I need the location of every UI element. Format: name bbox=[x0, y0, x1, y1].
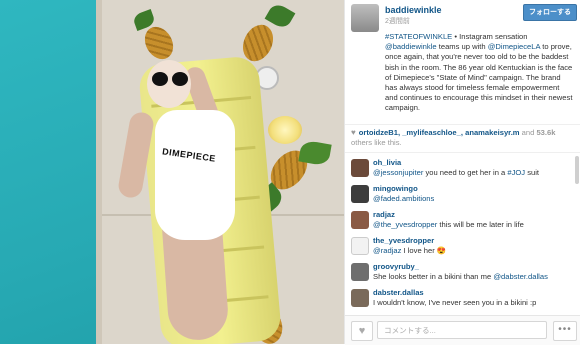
more-options-button[interactable]: ••• bbox=[553, 321, 577, 341]
commenter-username[interactable]: dabster.dallas bbox=[373, 288, 424, 297]
pineapple-top-right bbox=[236, 1, 296, 67]
comment-item: radjaz @the_yvesdropper this will be me … bbox=[345, 208, 580, 231]
comment-text-part: you need to get her in a bbox=[423, 168, 508, 177]
commenter-avatar[interactable] bbox=[351, 289, 369, 307]
commenter-username[interactable]: groovyruby_ bbox=[373, 262, 419, 271]
post-caption: #STATEOFWINKLE • Instagram sensation @ba… bbox=[385, 32, 573, 114]
caption-mention-2[interactable]: @DimepieceLA bbox=[488, 42, 540, 51]
caption-mention-1[interactable]: @baddiewinkle bbox=[385, 42, 437, 51]
commenter-avatar[interactable] bbox=[351, 237, 369, 255]
likes-summary: ♥ ortoidzeB1, _mylifeaschloe_, anamakeisy… bbox=[351, 128, 575, 148]
caption-text-2: teams up with bbox=[436, 42, 488, 52]
comment-item: mingowingo @faded.ambitions bbox=[345, 182, 580, 205]
pineapple-top-left bbox=[128, 8, 179, 65]
comment-mention[interactable]: @the_yvesdropper bbox=[373, 220, 437, 229]
comment-item: oh_livia @jessonjupiter you need to get … bbox=[345, 156, 580, 179]
comment-item: dabster.dallas I wouldn't know, I've nev… bbox=[345, 286, 580, 309]
comment-text-part: I love her 😍 bbox=[401, 246, 447, 255]
comment-text-part: She looks better in a bikini than me bbox=[373, 272, 494, 281]
commenter-avatar[interactable] bbox=[351, 263, 369, 281]
comment-text: @radjaz I love her 😍 bbox=[373, 246, 446, 255]
commenter-avatar[interactable] bbox=[351, 185, 369, 203]
comment-input[interactable]: コメントする... bbox=[377, 321, 547, 339]
comment-item: the_yvesdropper @radjaz I love her 😍 bbox=[345, 234, 580, 257]
comment-mention[interactable]: @dabster.dallas bbox=[493, 272, 548, 281]
comment-mention[interactable]: @radjaz bbox=[373, 246, 401, 255]
likes-and: and bbox=[519, 128, 537, 137]
comment-text: She looks better in a bikini than me @da… bbox=[373, 272, 548, 281]
author-avatar[interactable] bbox=[351, 4, 379, 32]
comment-mention[interactable]: @jessonjupiter bbox=[373, 168, 423, 177]
comment-text: I wouldn't know, I've never seen you in … bbox=[373, 298, 537, 307]
sunglasses bbox=[150, 72, 190, 86]
comments-list: oh_livia @jessonjupiter you need to get … bbox=[345, 156, 580, 314]
pineapple-slice bbox=[268, 116, 302, 144]
comment-text-end: suit bbox=[525, 168, 540, 177]
comment-mention[interactable]: @faded.ambitions bbox=[373, 194, 434, 203]
instagram-post-view: DIMEPIECE baddiewinkle 2週間前 フォローする #STAT… bbox=[0, 0, 580, 345]
commenter-username[interactable]: oh_livia bbox=[373, 158, 401, 167]
heart-icon[interactable]: ♥ bbox=[351, 321, 373, 341]
comment-hashtag[interactable]: #JOJ bbox=[507, 168, 525, 177]
commenter-username[interactable]: radjaz bbox=[373, 210, 395, 219]
commenter-username[interactable]: the_yvesdropper bbox=[373, 236, 434, 245]
commenter-avatar[interactable] bbox=[351, 211, 369, 229]
comment-item: groovyruby_ She looks better in a bikini… bbox=[345, 260, 580, 283]
post-details-panel: baddiewinkle 2週間前 フォローする #STATEOFWINKLE … bbox=[344, 0, 580, 345]
caption-text-3: to prove, once again, that you're never … bbox=[385, 42, 573, 113]
post-photo[interactable]: DIMEPIECE bbox=[0, 0, 344, 344]
follow-button[interactable]: フォローする bbox=[523, 4, 577, 21]
post-timestamp[interactable]: 2週間前 bbox=[385, 16, 410, 26]
divider-top bbox=[345, 124, 580, 125]
comments-scrollbar[interactable] bbox=[575, 156, 579, 184]
commenter-username[interactable]: mingowingo bbox=[373, 184, 418, 193]
caption-text-1: • Instagram sensation bbox=[452, 32, 528, 41]
caption-hashtag[interactable]: #STATEOFWINKLE bbox=[385, 32, 452, 41]
comment-text: @faded.ambitions bbox=[373, 194, 434, 203]
commenter-avatar[interactable] bbox=[351, 159, 369, 177]
woman-swimsuit bbox=[155, 110, 235, 240]
divider-middle bbox=[345, 152, 580, 153]
author-username[interactable]: baddiewinkle bbox=[385, 5, 442, 15]
comment-text-part: this will be me later in life bbox=[437, 220, 524, 229]
heart-icon: ♥ bbox=[351, 128, 356, 137]
likes-suffix: others like this. bbox=[351, 138, 402, 147]
comment-text: @the_yvesdropper this will be me later i… bbox=[373, 220, 524, 229]
comment-text: @jessonjupiter you need to get her in a … bbox=[373, 168, 539, 177]
likes-count[interactable]: 53.6k bbox=[536, 128, 555, 137]
likes-users[interactable]: ortoidzeB1, _mylifeaschloe_, anamakeisyr… bbox=[359, 128, 520, 137]
comment-footer: ♥ コメントする... ••• bbox=[345, 315, 580, 345]
